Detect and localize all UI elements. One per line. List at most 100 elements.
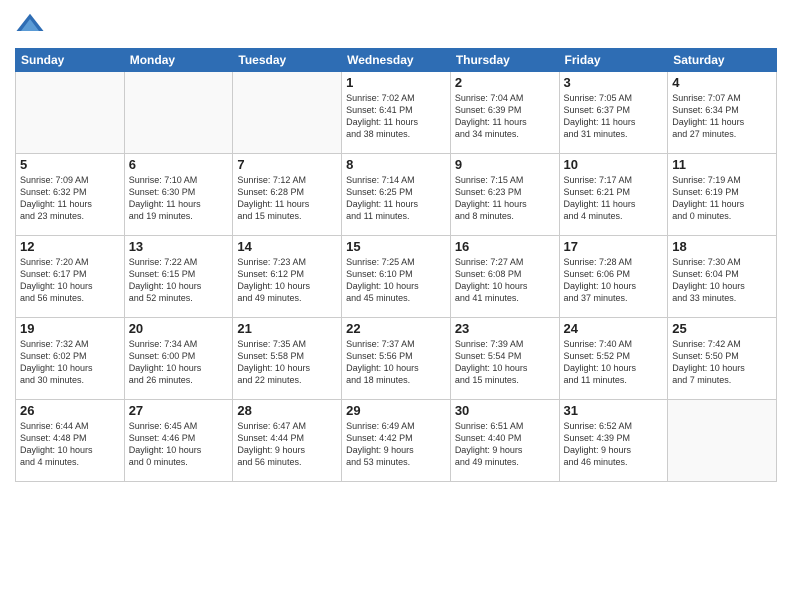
week-row-5: 26 Sunrise: 6:44 AM Sunset: 4:48 PM Dayli… [16, 400, 777, 482]
day-number: 12 [20, 239, 120, 254]
calendar-cell [16, 72, 125, 154]
calendar-cell: 14 Sunrise: 7:23 AM Sunset: 6:12 PM Dayli… [233, 236, 342, 318]
day-info: Sunrise: 7:15 AM Sunset: 6:23 PM Dayligh… [455, 174, 555, 223]
day-info: Sunrise: 7:28 AM Sunset: 6:06 PM Dayligh… [564, 256, 664, 305]
weekday-header-sunday: Sunday [16, 49, 125, 72]
calendar-cell: 19 Sunrise: 7:32 AM Sunset: 6:02 PM Dayli… [16, 318, 125, 400]
weekday-header-friday: Friday [559, 49, 668, 72]
weekday-header-row: SundayMondayTuesdayWednesdayThursdayFrid… [16, 49, 777, 72]
day-number: 14 [237, 239, 337, 254]
day-info: Sunrise: 6:49 AM Sunset: 4:42 PM Dayligh… [346, 420, 446, 469]
day-number: 27 [129, 403, 229, 418]
calendar-cell: 22 Sunrise: 7:37 AM Sunset: 5:56 PM Dayli… [342, 318, 451, 400]
day-info: Sunrise: 7:19 AM Sunset: 6:19 PM Dayligh… [672, 174, 772, 223]
page: SundayMondayTuesdayWednesdayThursdayFrid… [0, 0, 792, 612]
day-info: Sunrise: 7:34 AM Sunset: 6:00 PM Dayligh… [129, 338, 229, 387]
day-number: 6 [129, 157, 229, 172]
calendar-cell: 2 Sunrise: 7:04 AM Sunset: 6:39 PM Daylig… [450, 72, 559, 154]
day-info: Sunrise: 7:02 AM Sunset: 6:41 PM Dayligh… [346, 92, 446, 141]
header [15, 10, 777, 40]
day-info: Sunrise: 6:52 AM Sunset: 4:39 PM Dayligh… [564, 420, 664, 469]
calendar-cell: 1 Sunrise: 7:02 AM Sunset: 6:41 PM Daylig… [342, 72, 451, 154]
day-info: Sunrise: 7:17 AM Sunset: 6:21 PM Dayligh… [564, 174, 664, 223]
day-info: Sunrise: 7:07 AM Sunset: 6:34 PM Dayligh… [672, 92, 772, 141]
day-number: 31 [564, 403, 664, 418]
calendar-cell: 10Sunrise: 7:17 AM Sunset: 6:21 PM Dayli… [559, 154, 668, 236]
calendar-cell: 31 Sunrise: 6:52 AM Sunset: 4:39 PM Dayli… [559, 400, 668, 482]
calendar-cell: 25 Sunrise: 7:42 AM Sunset: 5:50 PM Dayli… [668, 318, 777, 400]
day-number: 5 [20, 157, 120, 172]
day-number: 7 [237, 157, 337, 172]
calendar-cell: 9 Sunrise: 7:15 AM Sunset: 6:23 PM Daylig… [450, 154, 559, 236]
calendar-cell: 15 Sunrise: 7:25 AM Sunset: 6:10 PM Dayli… [342, 236, 451, 318]
calendar-cell: 20 Sunrise: 7:34 AM Sunset: 6:00 PM Dayli… [124, 318, 233, 400]
day-info: Sunrise: 7:42 AM Sunset: 5:50 PM Dayligh… [672, 338, 772, 387]
logo [15, 10, 49, 40]
weekday-header-tuesday: Tuesday [233, 49, 342, 72]
day-info: Sunrise: 7:39 AM Sunset: 5:54 PM Dayligh… [455, 338, 555, 387]
calendar-cell: 3 Sunrise: 7:05 AM Sunset: 6:37 PM Daylig… [559, 72, 668, 154]
day-number: 9 [455, 157, 555, 172]
calendar-cell: 21 Sunrise: 7:35 AM Sunset: 5:58 PM Dayli… [233, 318, 342, 400]
day-info: Sunrise: 7:32 AM Sunset: 6:02 PM Dayligh… [20, 338, 120, 387]
weekday-header-monday: Monday [124, 49, 233, 72]
week-row-4: 19 Sunrise: 7:32 AM Sunset: 6:02 PM Dayli… [16, 318, 777, 400]
day-number: 25 [672, 321, 772, 336]
calendar-cell: 7Sunrise: 7:12 AM Sunset: 6:28 PM Daylig… [233, 154, 342, 236]
day-info: Sunrise: 7:04 AM Sunset: 6:39 PM Dayligh… [455, 92, 555, 141]
day-number: 29 [346, 403, 446, 418]
day-number: 30 [455, 403, 555, 418]
calendar-cell: 27 Sunrise: 6:45 AM Sunset: 4:46 PM Dayli… [124, 400, 233, 482]
day-number: 3 [564, 75, 664, 90]
calendar-cell [124, 72, 233, 154]
day-info: Sunrise: 7:05 AM Sunset: 6:37 PM Dayligh… [564, 92, 664, 141]
calendar-cell: 24 Sunrise: 7:40 AM Sunset: 5:52 PM Dayli… [559, 318, 668, 400]
day-info: Sunrise: 7:10 AM Sunset: 6:30 PM Dayligh… [129, 174, 229, 223]
day-number: 15 [346, 239, 446, 254]
weekday-header-wednesday: Wednesday [342, 49, 451, 72]
calendar-cell [233, 72, 342, 154]
logo-icon [15, 10, 45, 40]
day-number: 19 [20, 321, 120, 336]
calendar-cell: 18Sunrise: 7:30 AM Sunset: 6:04 PM Dayli… [668, 236, 777, 318]
weekday-header-saturday: Saturday [668, 49, 777, 72]
day-info: Sunrise: 6:51 AM Sunset: 4:40 PM Dayligh… [455, 420, 555, 469]
calendar-cell [668, 400, 777, 482]
week-row-3: 12Sunrise: 7:20 AM Sunset: 6:17 PM Dayli… [16, 236, 777, 318]
calendar-table: SundayMondayTuesdayWednesdayThursdayFrid… [15, 48, 777, 482]
day-info: Sunrise: 6:47 AM Sunset: 4:44 PM Dayligh… [237, 420, 337, 469]
calendar-cell: 12Sunrise: 7:20 AM Sunset: 6:17 PM Dayli… [16, 236, 125, 318]
day-info: Sunrise: 7:22 AM Sunset: 6:15 PM Dayligh… [129, 256, 229, 305]
calendar-cell: 8 Sunrise: 7:14 AM Sunset: 6:25 PM Daylig… [342, 154, 451, 236]
day-info: Sunrise: 6:44 AM Sunset: 4:48 PM Dayligh… [20, 420, 120, 469]
day-info: Sunrise: 6:45 AM Sunset: 4:46 PM Dayligh… [129, 420, 229, 469]
day-info: Sunrise: 7:40 AM Sunset: 5:52 PM Dayligh… [564, 338, 664, 387]
calendar-cell: 26 Sunrise: 6:44 AM Sunset: 4:48 PM Dayli… [16, 400, 125, 482]
day-info: Sunrise: 7:14 AM Sunset: 6:25 PM Dayligh… [346, 174, 446, 223]
calendar-cell: 5 Sunrise: 7:09 AM Sunset: 6:32 PM Daylig… [16, 154, 125, 236]
day-number: 21 [237, 321, 337, 336]
day-number: 1 [346, 75, 446, 90]
calendar-cell: 11 Sunrise: 7:19 AM Sunset: 6:19 PM Dayli… [668, 154, 777, 236]
calendar-cell: 30 Sunrise: 6:51 AM Sunset: 4:40 PM Dayli… [450, 400, 559, 482]
day-number: 28 [237, 403, 337, 418]
day-info: Sunrise: 7:35 AM Sunset: 5:58 PM Dayligh… [237, 338, 337, 387]
day-number: 26 [20, 403, 120, 418]
day-number: 13 [129, 239, 229, 254]
day-info: Sunrise: 7:37 AM Sunset: 5:56 PM Dayligh… [346, 338, 446, 387]
day-info: Sunrise: 7:23 AM Sunset: 6:12 PM Dayligh… [237, 256, 337, 305]
day-number: 24 [564, 321, 664, 336]
week-row-1: 1 Sunrise: 7:02 AM Sunset: 6:41 PM Daylig… [16, 72, 777, 154]
day-number: 23 [455, 321, 555, 336]
day-info: Sunrise: 7:30 AM Sunset: 6:04 PM Dayligh… [672, 256, 772, 305]
calendar-cell: 28 Sunrise: 6:47 AM Sunset: 4:44 PM Dayli… [233, 400, 342, 482]
day-info: Sunrise: 7:25 AM Sunset: 6:10 PM Dayligh… [346, 256, 446, 305]
day-number: 22 [346, 321, 446, 336]
day-number: 2 [455, 75, 555, 90]
day-info: Sunrise: 7:09 AM Sunset: 6:32 PM Dayligh… [20, 174, 120, 223]
day-number: 11 [672, 157, 772, 172]
calendar-cell: 16Sunrise: 7:27 AM Sunset: 6:08 PM Dayli… [450, 236, 559, 318]
day-number: 8 [346, 157, 446, 172]
day-number: 20 [129, 321, 229, 336]
calendar-cell: 17Sunrise: 7:28 AM Sunset: 6:06 PM Dayli… [559, 236, 668, 318]
